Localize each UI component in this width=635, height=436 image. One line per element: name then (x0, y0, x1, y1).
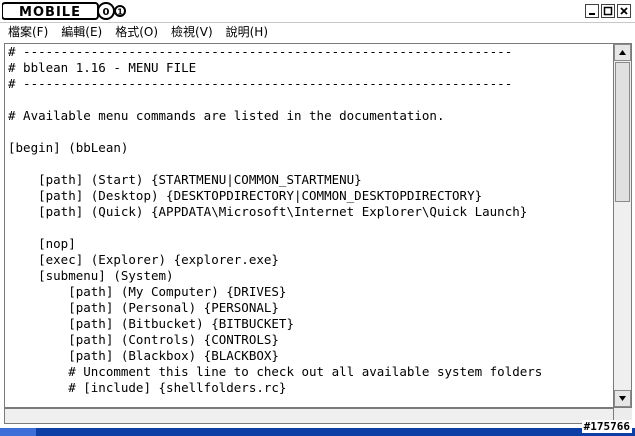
code-line: [path] (Blackbox) {BLACKBOX} (8, 348, 279, 363)
code-line: [nop] (8, 236, 76, 251)
code-line: # bblean 1.16 - MENU FILE (8, 60, 197, 75)
close-button[interactable] (617, 4, 631, 18)
title-bar: MOBILE 0 1 (0, 0, 635, 23)
maximize-button[interactable] (601, 4, 615, 18)
svg-text:1: 1 (117, 8, 123, 17)
minimize-button[interactable] (585, 4, 599, 18)
menu-bar: 檔案(F) 編輯(E) 格式(O) 檢視(V) 說明(H) (0, 23, 635, 41)
code-line: # --------------------------------------… (8, 76, 513, 91)
code-line: [path] (Start) {STARTMENU|COMMON_STARTME… (8, 172, 362, 187)
menu-help[interactable]: 說明(H) (218, 23, 273, 41)
code-line: [exec] (Explorer) {explorer.exe} (8, 252, 279, 267)
code-line: [path] (Controls) {CONTROLS} (8, 332, 279, 347)
scroll-down-button[interactable] (614, 390, 631, 407)
svg-text:0: 0 (103, 7, 110, 18)
scroll-up-button[interactable] (614, 44, 631, 61)
menu-format[interactable]: 格式(O) (107, 23, 163, 41)
minimize-icon (589, 13, 595, 15)
code-line: [path] (My Computer) {DRIVES} (8, 284, 287, 299)
code-line: # --------------------------------------… (8, 44, 513, 59)
window-controls (585, 4, 631, 18)
menu-file[interactable]: 檔案(F) (0, 23, 53, 41)
maximize-icon (603, 6, 613, 16)
vertical-scrollbar[interactable] (614, 43, 632, 408)
text-editor[interactable]: # --------------------------------------… (4, 43, 614, 408)
horizontal-scrollbar[interactable] (4, 408, 614, 424)
close-icon (620, 7, 628, 15)
scroll-thumb[interactable] (615, 62, 630, 202)
code-line: [begin] (bbLean) (8, 140, 129, 155)
taskbar-button[interactable] (0, 428, 36, 436)
watermark-text: #175766 (581, 420, 632, 433)
mobile01-logo: MOBILE 0 1 (2, 2, 126, 20)
code-line: [path] (Desktop) {DESKTOPDIRECTORY|COMMO… (8, 188, 483, 203)
code-line: # [include] {shellfolders.rc} (8, 380, 287, 395)
code-line: [path] (Personal) {PERSONAL} (8, 300, 279, 315)
menu-view[interactable]: 檢視(V) (163, 23, 218, 41)
code-line: # Uncomment this line to check out all a… (8, 364, 543, 379)
code-line: [path] (Quick) {APPDATA\Microsoft\Intern… (8, 204, 528, 219)
arrow-up-icon (619, 50, 626, 55)
svg-text:MOBILE: MOBILE (19, 5, 81, 20)
code-line: [submenu] (System) (8, 268, 174, 283)
arrow-down-icon (619, 396, 626, 401)
code-line: # Available menu commands are listed in … (8, 108, 445, 123)
code-line: [path] (Bitbucket) {BITBUCKET} (8, 316, 294, 331)
menu-edit[interactable]: 編輯(E) (53, 23, 107, 41)
taskbar (0, 428, 635, 436)
